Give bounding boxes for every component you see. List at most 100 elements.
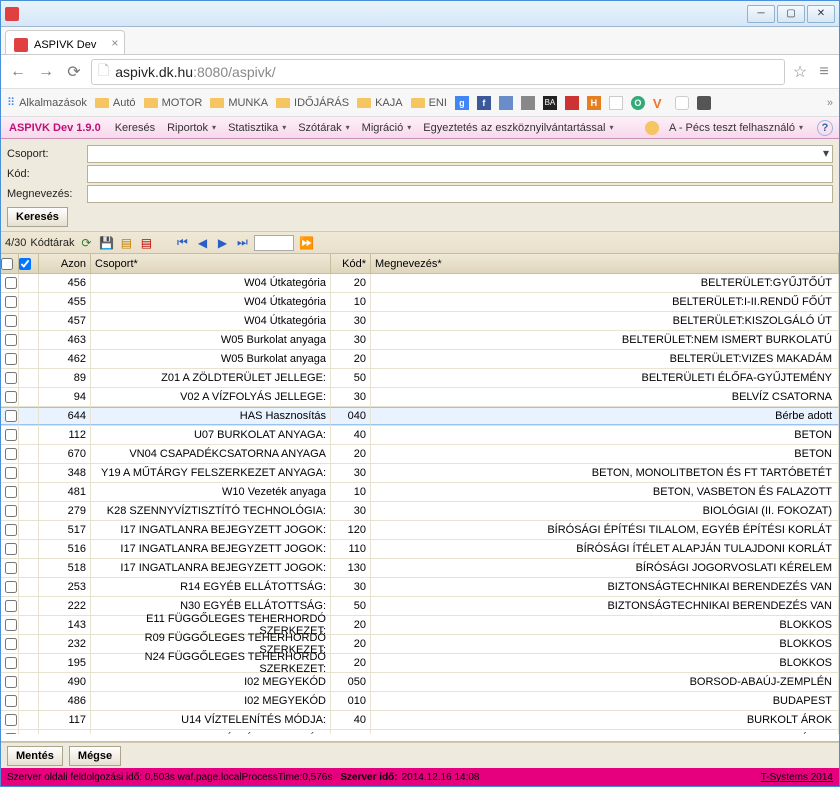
table-row[interactable]: 490I02 MEGYEKÓD050BORSOD-ABAÚJ-ZEMPLÉN (1, 673, 839, 692)
bm-icon[interactable] (675, 96, 689, 110)
bm-folder[interactable]: MUNKA (210, 97, 268, 109)
menu-riportok[interactable]: Riportok (161, 122, 222, 134)
row-checkbox[interactable] (1, 483, 19, 501)
row-checkbox[interactable] (1, 673, 19, 691)
header-checkbox-secondary[interactable] (19, 254, 39, 273)
header-azon[interactable]: Azon (39, 254, 91, 273)
row-checkbox[interactable] (1, 635, 19, 653)
save-icon[interactable]: 💾 (98, 235, 114, 251)
row-checkbox[interactable] (1, 521, 19, 539)
table-row[interactable]: 644HAS Hasznosítás040Bérbe adott (1, 407, 839, 426)
table-row[interactable]: 462W05 Burkolat anyaga20BELTERÜLET:VIZES… (1, 350, 839, 369)
row-checkbox[interactable] (1, 502, 19, 520)
row-checkbox[interactable] (1, 312, 19, 330)
table-row[interactable]: 279K28 SZENNYVÍZTISZTÍTÓ TECHNOLÓGIA:30B… (1, 502, 839, 521)
back-button[interactable]: ← (7, 61, 29, 83)
bm-icon[interactable] (565, 96, 579, 110)
csoport-input[interactable] (87, 145, 833, 163)
row-checkbox[interactable] (1, 426, 19, 444)
tab-close-icon[interactable]: × (111, 36, 118, 50)
megnevezes-input[interactable] (87, 185, 833, 203)
menu-statisztika[interactable]: Statisztika (222, 122, 292, 134)
forward-button[interactable]: → (35, 61, 57, 83)
row-checkbox[interactable] (1, 350, 19, 368)
row-checkbox[interactable] (1, 369, 19, 387)
maximize-button[interactable]: ▢ (777, 5, 805, 23)
table-row[interactable]: 481W10 Vezeték anyaga10BETON, VASBETON É… (1, 483, 839, 502)
row-checkbox[interactable] (1, 578, 19, 596)
row-checkbox[interactable] (1, 711, 19, 729)
add-row-icon[interactable]: ▤ (118, 235, 134, 251)
bm-icon[interactable] (499, 96, 513, 110)
bm-folder[interactable]: ENI (411, 97, 447, 109)
table-row[interactable]: 517I17 INGATLANRA BEJEGYZETT JOGOK:120BÍ… (1, 521, 839, 540)
csoport-dropdown-icon[interactable]: ▾ (823, 146, 829, 160)
search-button[interactable]: Keresés (7, 207, 68, 227)
user-menu[interactable]: A - Pécs teszt felhasználó (663, 122, 809, 134)
bm-folder[interactable]: MOTOR (144, 97, 203, 109)
row-checkbox[interactable] (1, 388, 19, 406)
header-kod[interactable]: Kód* (331, 254, 371, 273)
cancel-button[interactable]: Mégse (69, 746, 121, 766)
bm-icon[interactable] (609, 96, 623, 110)
reload-button[interactable]: ⟳ (63, 61, 85, 83)
row-checkbox[interactable] (1, 293, 19, 311)
close-button[interactable]: ✕ (807, 5, 835, 23)
menu-icon[interactable]: ≡ (815, 63, 833, 81)
row-checkbox[interactable] (1, 559, 19, 577)
bookmark-star-icon[interactable]: ☆ (791, 63, 809, 81)
header-megnevezes[interactable]: Megnevezés* (371, 254, 839, 273)
page-input[interactable] (254, 235, 294, 251)
table-row[interactable]: 486I02 MEGYEKÓD010BUDAPEST (1, 692, 839, 711)
bm-folder[interactable]: KAJA (357, 97, 403, 109)
table-row[interactable]: 518I17 INGATLANRA BEJEGYZETT JOGOK:130BÍ… (1, 559, 839, 578)
table-row[interactable]: 457W04 Útkategória30BELTERÜLET:KISZOLGÁL… (1, 312, 839, 331)
table-row[interactable]: 670VN04 CSAPADÉKCSATORNA ANYAGA20BETON (1, 445, 839, 464)
table-row[interactable]: 75F14 CSAPADÉKVÍZ ELVEZETÉS:40BURKOLT ÁR… (1, 730, 839, 734)
table-row[interactable]: 456W04 Útkategória20BELTERÜLET:GYŰJTŐÚT (1, 274, 839, 293)
bm-icon[interactable] (697, 96, 711, 110)
table-row[interactable]: 348Y19 A MŰTÁRGY FELSZERKEZET ANYAGA:30B… (1, 464, 839, 483)
bm-folder[interactable]: Autó (95, 97, 136, 109)
last-page-icon[interactable]: ⏭ (234, 235, 250, 251)
table-row[interactable]: 253R14 EGYÉB ELLÁTOTTSÁG:30BIZTONSÁGTECH… (1, 578, 839, 597)
bm-icon[interactable]: f (477, 96, 491, 110)
bm-icon[interactable]: H (587, 96, 601, 110)
table-row[interactable]: 117U14 VÍZTELENÍTÉS MÓDJA:40BURKOLT ÁROK (1, 711, 839, 730)
row-checkbox[interactable] (1, 274, 19, 292)
goto-page-icon[interactable]: ⏩ (298, 235, 314, 251)
row-checkbox[interactable] (1, 464, 19, 482)
table-row[interactable]: 516I17 INGATLANRA BEJEGYZETT JOGOK:110BÍ… (1, 540, 839, 559)
url-bar[interactable]: 🗋 aspivk.dk.hu:8080/aspivk/ (91, 59, 785, 85)
row-checkbox[interactable] (1, 540, 19, 558)
row-checkbox[interactable] (1, 407, 19, 425)
header-csoport[interactable]: Csoport* (91, 254, 331, 273)
minimize-button[interactable]: ─ (747, 5, 775, 23)
table-row[interactable]: 94V02 A VÍZFOLYÁS JELLEGE:30BELVÍZ CSATO… (1, 388, 839, 407)
kod-input[interactable] (87, 165, 833, 183)
row-checkbox[interactable] (1, 692, 19, 710)
table-row[interactable]: 195N24 FÜGGŐLEGES TEHERHORDÓ SZERKEZET:2… (1, 654, 839, 673)
table-row[interactable]: 455W04 Útkategória10BELTERÜLET:I-II.REND… (1, 293, 839, 312)
menu-szotarak[interactable]: Szótárak (292, 122, 355, 134)
delete-row-icon[interactable]: ▤ (138, 235, 154, 251)
first-page-icon[interactable]: ⏮ (174, 235, 190, 251)
browser-tab[interactable]: ASPIVK Dev × (5, 30, 125, 54)
refresh-icon[interactable]: ⟳ (78, 235, 94, 251)
status-vendor[interactable]: T-Systems 2014 (761, 772, 833, 783)
bm-icon[interactable]: V (653, 96, 667, 110)
bm-icon[interactable]: BA (543, 96, 557, 110)
header-checkbox-all[interactable] (1, 254, 19, 273)
table-row[interactable]: 463W05 Burkolat anyaga30BELTERÜLET:NEM I… (1, 331, 839, 350)
apps-button[interactable]: ⠿Alkalmazások (7, 96, 87, 109)
menu-egyeztetes[interactable]: Egyeztetés az eszköznyilvántartással (417, 122, 619, 134)
row-checkbox[interactable] (1, 597, 19, 615)
row-checkbox[interactable] (1, 654, 19, 672)
row-checkbox[interactable] (1, 730, 19, 734)
row-checkbox[interactable] (1, 445, 19, 463)
bm-icon[interactable]: g (455, 96, 469, 110)
bm-folder[interactable]: IDŐJÁRÁS (276, 97, 349, 109)
bm-icon[interactable]: O (631, 96, 645, 110)
row-checkbox[interactable] (1, 616, 19, 634)
prev-page-icon[interactable]: ◀ (194, 235, 210, 251)
